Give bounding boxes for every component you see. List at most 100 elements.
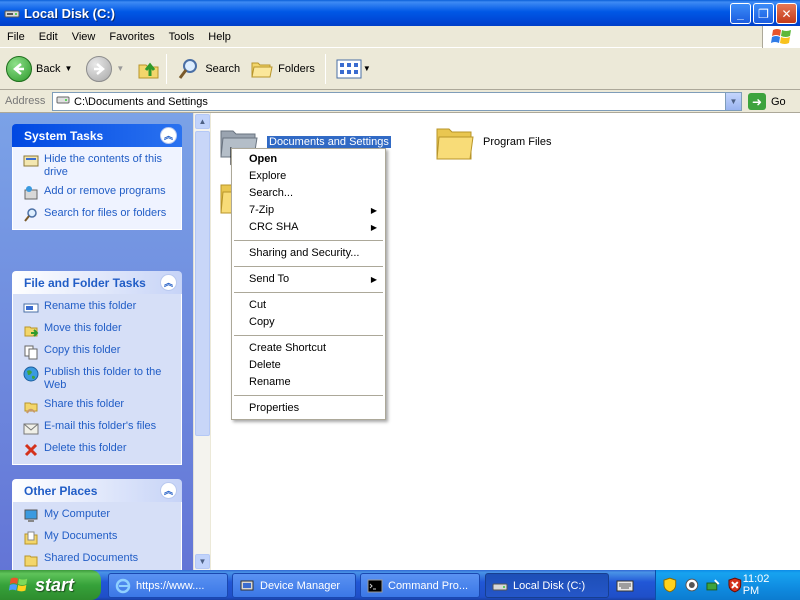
collapse-icon[interactable]: ︽ [160, 127, 177, 144]
device-manager-icon [240, 580, 254, 590]
folder-icon [436, 128, 474, 160]
menu-item-label: Send To [249, 273, 290, 285]
chevron-down-icon[interactable]: ▼ [363, 64, 371, 73]
submenu-arrow-icon: ▶ [370, 206, 377, 215]
chevron-down-icon[interactable]: ▼ [116, 64, 124, 73]
close-button[interactable]: ✕ [776, 3, 797, 24]
menu-item-crc-sha[interactable]: CRC SHA ▶ [232, 219, 385, 236]
task-rename-folder[interactable]: Rename this folder [23, 300, 181, 316]
other-places-header[interactable]: Other Places ︽ [12, 479, 182, 502]
task-hide-contents[interactable]: Hide the contents of this drive [23, 153, 181, 179]
menu-separator [234, 395, 383, 396]
menu-file[interactable]: File [0, 31, 32, 43]
keyboard-icon[interactable] [614, 575, 636, 597]
scroll-down-icon[interactable]: ▼ [195, 554, 210, 569]
address-field[interactable]: C:\Documents and Settings ▼ [52, 92, 742, 111]
task-label: Hide the contents of this drive [44, 153, 163, 178]
file-folder-tasks-header[interactable]: File and Folder Tasks ︽ [12, 271, 182, 294]
forward-button[interactable]: ▼ [86, 52, 124, 86]
file-folder-tasks-title: File and Folder Tasks [24, 275, 146, 290]
menu-item-rename[interactable]: Rename [232, 374, 385, 391]
address-dropdown-button[interactable]: ▼ [725, 93, 741, 110]
task-publish-folder[interactable]: Publish this folder to the Web [23, 366, 181, 392]
task-search-files[interactable]: Search for files or folders [23, 207, 181, 223]
taskbar-button-browser[interactable]: https://www.... [108, 573, 228, 598]
views-button[interactable]: ▼ [336, 52, 371, 86]
start-button[interactable]: start [0, 570, 101, 600]
minimize-button[interactable]: _ [730, 3, 751, 24]
email-icon [23, 423, 39, 435]
menu-item-cut[interactable]: Cut [232, 297, 385, 314]
submenu-arrow-icon: ▶ [370, 223, 377, 232]
task-label: Copy this folder [44, 344, 121, 356]
taskbar-button-device-manager[interactable]: Device Manager [232, 573, 356, 598]
shared-documents-icon [24, 555, 38, 567]
task-label: Move this folder [44, 322, 122, 334]
menu-favorites[interactable]: Favorites [102, 31, 161, 43]
security-alert-icon[interactable] [727, 577, 743, 593]
task-label: Delete this folder [44, 442, 127, 454]
folder-program-files[interactable]: Program Files [435, 123, 551, 161]
search-label: Search [205, 62, 241, 75]
menu-tools[interactable]: Tools [162, 31, 202, 43]
scrollbar-thumb[interactable] [195, 131, 210, 436]
place-my-computer[interactable]: My Computer [23, 508, 181, 524]
title-bar[interactable]: Local Disk (C:) _ ❐ ✕ [0, 0, 800, 26]
menu-item-explore[interactable]: Explore [232, 168, 385, 185]
menu-item-create-shortcut[interactable]: Create Shortcut [232, 340, 385, 357]
system-tasks-header[interactable]: System Tasks ︽ [12, 124, 182, 147]
menu-item-copy[interactable]: Copy [232, 314, 385, 331]
search-button[interactable]: Search [177, 52, 240, 86]
file-folder-tasks-panel: File and Folder Tasks ︽ Rename this fold… [12, 271, 182, 465]
task-pane-scrollbar[interactable]: ▲ ▼ [193, 113, 210, 570]
menu-view[interactable]: View [65, 31, 103, 43]
menu-item-7zip[interactable]: 7-Zip ▶ [232, 202, 385, 219]
menu-item-delete[interactable]: Delete [232, 357, 385, 374]
menu-item-properties[interactable]: Properties [232, 400, 385, 417]
menu-separator [234, 266, 383, 267]
task-add-remove-programs[interactable]: Add or remove programs [23, 185, 181, 201]
go-button[interactable]: ➜ Go [748, 93, 786, 110]
security-shield-icon[interactable] [662, 577, 678, 593]
chevron-down-icon[interactable]: ▼ [64, 64, 72, 73]
share-icon [24, 402, 38, 414]
menu-help[interactable]: Help [201, 31, 238, 43]
folders-icon [251, 62, 273, 77]
menu-edit[interactable]: Edit [32, 31, 65, 43]
collapse-icon[interactable]: ︽ [160, 274, 177, 291]
task-copy-folder[interactable]: Copy this folder [23, 344, 181, 360]
views-icon [336, 59, 362, 78]
copy-icon [24, 345, 38, 360]
menu-item-open[interactable]: Open [232, 151, 385, 168]
collapse-icon[interactable]: ︽ [160, 482, 177, 499]
go-label: Go [771, 95, 786, 108]
menu-item-label: 7-Zip [249, 204, 275, 216]
place-shared-documents[interactable]: Shared Documents [23, 552, 181, 568]
maximize-button[interactable]: ❐ [753, 3, 774, 24]
task-delete-folder[interactable]: Delete this folder [23, 442, 181, 458]
up-button[interactable] [136, 52, 162, 86]
back-label: Back [36, 62, 61, 75]
place-my-documents[interactable]: My Documents [23, 530, 181, 546]
task-share-folder[interactable]: Share this folder [23, 398, 181, 414]
place-label: My Documents [44, 530, 118, 542]
scroll-up-icon[interactable]: ▲ [195, 114, 210, 129]
back-button[interactable]: Back ▼ [6, 52, 72, 86]
taskbar-button-command-prompt[interactable]: Command Pro... [360, 573, 480, 598]
menu-item-search[interactable]: Search... [232, 185, 385, 202]
menu-item-sharing-security[interactable]: Sharing and Security... [232, 245, 385, 262]
task-label: Add or remove programs [44, 185, 166, 197]
task-email-files[interactable]: E-mail this folder's files [23, 420, 181, 436]
taskbar: start https://www.... Device Manager Com… [0, 570, 800, 600]
network-icon[interactable] [684, 577, 700, 593]
task-move-folder[interactable]: Move this folder [23, 322, 181, 338]
safely-remove-hardware-icon[interactable] [705, 577, 721, 593]
back-arrow-icon [6, 55, 32, 82]
menu-item-send-to[interactable]: Send To ▶ [232, 271, 385, 288]
address-value: C:\Documents and Settings [74, 95, 208, 108]
folders-button[interactable]: Folders [250, 52, 315, 86]
toolbar: Back ▼ ▼ Search Folders ▼ [0, 48, 800, 90]
address-label: Address [5, 95, 46, 107]
drive-icon [4, 5, 20, 21]
taskbar-button-local-disk[interactable]: Local Disk (C:) [485, 573, 609, 598]
